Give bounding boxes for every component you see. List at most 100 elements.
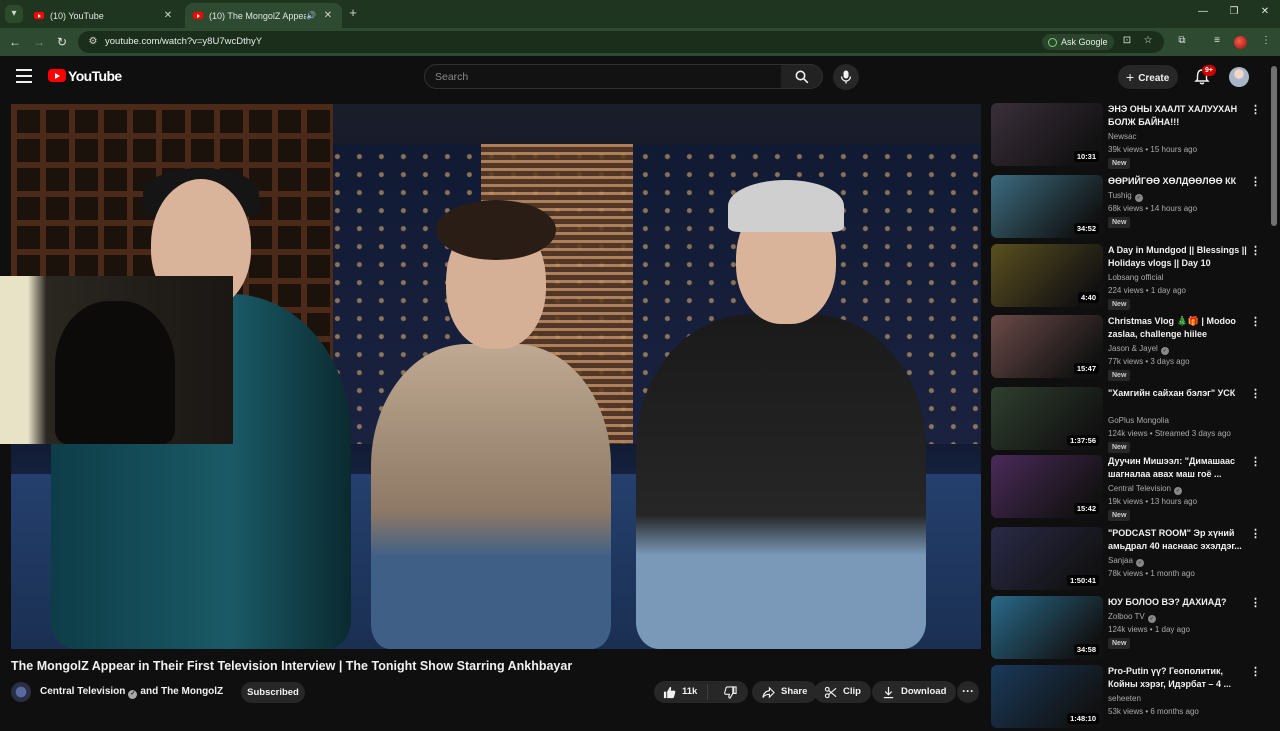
- video-thumbnail[interactable]: 34:58: [991, 596, 1103, 659]
- tab-search-chevron-icon[interactable]: ▾: [5, 5, 23, 23]
- video-thumbnail[interactable]: 10:31: [991, 103, 1103, 166]
- video-thumbnail[interactable]: 34:52: [991, 175, 1103, 238]
- new-tab-button[interactable]: +: [345, 5, 361, 21]
- related-video-title[interactable]: Christmas Vlog 🎄🎁 | Modoo zaslaa, challe…: [1108, 315, 1248, 341]
- related-video-channel[interactable]: Newsac: [1108, 132, 1136, 141]
- youtube-logo-text[interactable]: YouTube: [68, 68, 122, 84]
- channel-name[interactable]: Newsac: [1108, 132, 1136, 141]
- media-control-icon[interactable]: ≡: [1210, 35, 1224, 46]
- related-video-title[interactable]: ЭНЭ ОНЫ ХААЛТ ХАЛУУХАН БОЛЖ БАЙНА!!!: [1108, 103, 1248, 129]
- collab-channel[interactable]: and The MongolZ: [140, 686, 223, 697]
- related-video-title[interactable]: ӨӨРИЙГӨӨ ХӨЛДӨӨЛӨӨ КК: [1108, 175, 1248, 188]
- install-app-icon[interactable]: ⊡: [1120, 35, 1134, 46]
- related-video-channel[interactable]: seheeten: [1108, 694, 1141, 703]
- related-video-channel[interactable]: Zolboo TV ✓: [1108, 612, 1156, 623]
- voice-search-button[interactable]: [833, 64, 859, 90]
- more-options-icon[interactable]: ⋮: [1250, 598, 1261, 609]
- more-options-icon[interactable]: ⋮: [1250, 105, 1261, 116]
- extensions-puzzle-icon[interactable]: ⧉: [1175, 35, 1189, 46]
- create-button[interactable]: + Create: [1118, 65, 1178, 89]
- related-video-item[interactable]: 15:42 Дуучин Мишээл: "Димашаас шагналаа а…: [991, 455, 1266, 521]
- channel-name[interactable]: Central Television: [1108, 484, 1171, 493]
- related-video-item[interactable]: 1:37:56 "Хамгийн сайхан бэлэг" УСК GoPlus …: [991, 387, 1266, 453]
- address-bar[interactable]: ⚙ youtube.com/watch?v=y8U7wcDthyY Ask Go…: [78, 31, 1164, 53]
- browser-tab-strip: ▾ (10) YouTube ✕ (10) The MongolZ Appear…: [0, 0, 1280, 28]
- menu-icon[interactable]: [16, 69, 32, 83]
- related-video-channel[interactable]: Tushig ✓: [1108, 191, 1143, 202]
- channel-name[interactable]: GoPlus Mongolia: [1108, 416, 1169, 425]
- tab-close-icon[interactable]: ✕: [322, 10, 334, 21]
- related-video-title[interactable]: Pro-Putin үү? Геополитик, Койны хэрэг, И…: [1108, 665, 1248, 691]
- youtube-logo-icon[interactable]: [48, 69, 66, 82]
- more-actions-button[interactable]: ···: [957, 681, 979, 703]
- reload-icon[interactable]: ↻: [54, 34, 70, 50]
- browser-profile-icon[interactable]: [1234, 36, 1247, 49]
- related-video-item[interactable]: 34:58 ЮУ БОЛОО ВЭ? ДАХИАД? Zolboo TV ✓ 124k …: [991, 596, 1266, 662]
- related-video-item[interactable]: 1:50:41 "PODCAST ROOM" Эр хүний амьдрал 4…: [991, 527, 1266, 593]
- video-thumbnail[interactable]: 1:48:10: [991, 665, 1103, 728]
- forward-arrow-icon[interactable]: →: [31, 34, 47, 50]
- related-video-channel[interactable]: Sanjaa ✓: [1108, 556, 1144, 567]
- video-thumbnail[interactable]: 1:37:56: [991, 387, 1103, 450]
- download-button[interactable]: Download: [872, 681, 957, 703]
- video-thumbnail[interactable]: 1:50:41: [991, 527, 1103, 590]
- channel-name[interactable]: Zolboo TV: [1108, 612, 1145, 621]
- more-options-icon[interactable]: ⋮: [1250, 529, 1261, 540]
- more-options-icon[interactable]: ⋮: [1250, 389, 1261, 400]
- page-scrollbar[interactable]: [1271, 66, 1277, 226]
- video-thumbnail[interactable]: 4:40: [991, 244, 1103, 307]
- related-video-meta: 224 views • 1 day ago: [1108, 286, 1186, 295]
- subscribed-button[interactable]: Subscribed: [241, 682, 305, 703]
- share-button[interactable]: Share: [752, 681, 818, 703]
- channel-name[interactable]: Lobsang official: [1108, 273, 1163, 282]
- ask-google-button[interactable]: Ask Google: [1042, 34, 1114, 50]
- channel-name-line[interactable]: Central Television ✓ and The MongolZ: [40, 686, 223, 699]
- browser-tab-mongolz[interactable]: (10) The MongolZ Appear 🔊 ✕: [185, 3, 342, 28]
- more-options-icon[interactable]: ⋮: [1250, 667, 1261, 678]
- restore-icon[interactable]: ❐: [1227, 6, 1241, 17]
- related-video-title[interactable]: Дуучин Мишээл: "Димашаас шагналаа авах м…: [1108, 455, 1248, 481]
- back-arrow-icon[interactable]: ←: [7, 34, 23, 50]
- video-thumbnail[interactable]: 15:47: [991, 315, 1103, 378]
- related-video-item[interactable]: 1:48:10 Pro-Putin үү? Геополитик, Койны х…: [991, 665, 1266, 731]
- more-options-icon[interactable]: ⋮: [1250, 457, 1261, 468]
- window-close-icon[interactable]: ✕: [1258, 6, 1272, 17]
- channel-name[interactable]: Sanjaa: [1108, 556, 1133, 565]
- more-options-icon[interactable]: ⋮: [1250, 317, 1261, 328]
- speaker-icon[interactable]: 🔊: [306, 11, 316, 20]
- more-options-icon[interactable]: ⋮: [1250, 246, 1261, 257]
- related-video-channel[interactable]: Lobsang official: [1108, 273, 1163, 282]
- search-button[interactable]: [781, 64, 823, 89]
- related-video-title[interactable]: "Хамгийн сайхан бэлэг" УСК: [1108, 387, 1248, 400]
- related-video-item[interactable]: 10:31 ЭНЭ ОНЫ ХААЛТ ХАЛУУХАН БОЛЖ БАЙНА!!…: [991, 103, 1266, 169]
- related-video-item[interactable]: 34:52 ӨӨРИЙГӨӨ ХӨЛДӨӨЛӨӨ КК Tushig ✓ 68k vie…: [991, 175, 1266, 241]
- clip-button[interactable]: Clip: [814, 681, 871, 703]
- dislike-button[interactable]: [714, 685, 747, 699]
- channel-name[interactable]: Jason & Jayel: [1108, 344, 1158, 353]
- like-button[interactable]: 11k: [654, 684, 709, 700]
- channel-name[interactable]: seheeten: [1108, 694, 1141, 703]
- tab-close-icon[interactable]: ✕: [162, 10, 174, 21]
- related-video-item[interactable]: 15:47 Christmas Vlog 🎄🎁 | Modoo zaslaa, c…: [991, 315, 1266, 381]
- bookmark-star-icon[interactable]: ☆: [1141, 35, 1155, 46]
- related-video-item[interactable]: 4:40 A Day in Mundgod || Blessings || Hol…: [991, 244, 1266, 310]
- search-input[interactable]: Search: [424, 64, 782, 89]
- browser-tab-youtube[interactable]: (10) YouTube ✕: [26, 3, 182, 28]
- channel-avatar[interactable]: [11, 682, 31, 702]
- related-video-title[interactable]: A Day in Mundgod || Blessings || Holiday…: [1108, 244, 1248, 270]
- related-video-title[interactable]: "PODCAST ROOM" Эр хүний амьдрал 40 насна…: [1108, 527, 1248, 553]
- more-options-icon[interactable]: ⋮: [1250, 177, 1261, 188]
- url-text[interactable]: youtube.com/watch?v=y8U7wcDthyY: [105, 36, 262, 47]
- related-video-channel[interactable]: GoPlus Mongolia: [1108, 416, 1169, 425]
- video-thumbnail[interactable]: 15:42: [991, 455, 1103, 518]
- related-video-channel[interactable]: Jason & Jayel ✓: [1108, 344, 1169, 355]
- browser-menu-icon[interactable]: ⋮: [1259, 35, 1273, 46]
- minimize-icon[interactable]: —: [1196, 6, 1210, 17]
- account-avatar[interactable]: [1229, 67, 1249, 87]
- channel-name[interactable]: Central Television: [40, 686, 125, 697]
- related-video-channel[interactable]: Central Television ✓: [1108, 484, 1182, 495]
- related-video-meta: 53k views • 6 months ago: [1108, 707, 1199, 716]
- channel-name[interactable]: Tushig: [1108, 191, 1132, 200]
- related-video-title[interactable]: ЮУ БОЛОО ВЭ? ДАХИАД?: [1108, 596, 1248, 609]
- site-info-icon[interactable]: ⚙: [86, 35, 100, 49]
